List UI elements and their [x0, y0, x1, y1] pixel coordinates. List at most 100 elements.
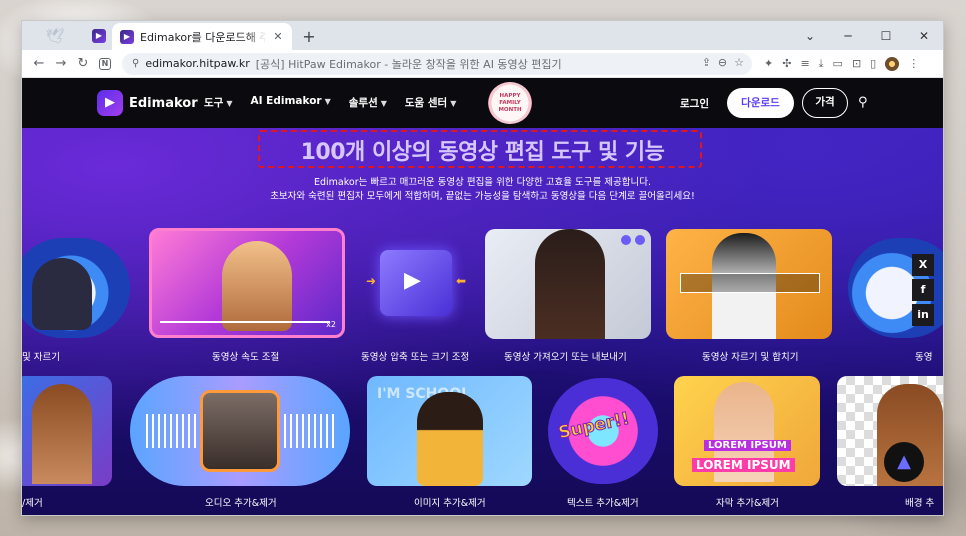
browser-window: 🕊 ▶ ▶ Edimakor를 다운로드해 주셔서 ✕ + ⌄ ─ ☐ ✕ ← … — [21, 20, 944, 516]
label-audio: 오디오 추가&제거 — [205, 498, 277, 509]
pricing-button[interactable]: 가격 — [802, 88, 848, 118]
menu-help[interactable]: 도움 센터 ▼ — [405, 95, 456, 110]
sunglasses-woman — [417, 392, 483, 486]
card-text[interactable]: Super!! — [548, 378, 658, 484]
bookmark-icon[interactable]: ☆ — [734, 56, 744, 69]
arrow-left-icon: ⬅ — [455, 274, 466, 288]
x-share-icon[interactable]: X — [912, 254, 934, 276]
login-link[interactable]: 로그인 — [680, 96, 709, 111]
maximize-button[interactable]: ☐ — [867, 29, 905, 43]
url-page-title: [공식] HitPaw Edimakor - 놀라운 창작을 위한 AI 동영상… — [255, 57, 562, 71]
browser-toolbar: ← → ↻ N ⚲ edimakor.hitpaw.kr [공식] HitPaw… — [22, 50, 943, 78]
menu-solutions[interactable]: 솔루션 ▼ — [349, 95, 387, 110]
reading-list-icon[interactable]: ≡ — [800, 57, 809, 70]
card-image[interactable]: I'M SCHOOL — [367, 376, 532, 486]
facebook-share-icon[interactable]: f — [912, 279, 934, 301]
label-row2-first: /제거 — [22, 498, 43, 509]
skater-figure — [222, 241, 292, 331]
headphones-portrait — [200, 390, 280, 472]
logo-text: Edimakor — [129, 95, 198, 111]
card-split-merge[interactable] — [666, 229, 832, 339]
notion-extension-icon[interactable]: N — [99, 57, 111, 70]
label-crop: 및 자르기 — [22, 352, 60, 363]
main-menu: 도구 ▼ AI Edimakor ▼ 솔루션 ▼ 도움 센터 ▼ — [204, 95, 456, 110]
edimakor-logo-icon: ▶ — [97, 90, 123, 116]
headline-highlight — [258, 130, 702, 168]
family-month-badge[interactable]: HAPPY FAMILY MONTH — [488, 82, 532, 124]
label-split-merge: 동영상 자르기 및 합치기 — [702, 352, 799, 363]
menu-ai[interactable]: AI Edimakor ▼ — [250, 95, 330, 110]
download-icon[interactable]: ⤓ — [819, 57, 824, 71]
site-navbar: ▶ Edimakor 도구 ▼ AI Edimakor ▼ 솔루션 ▼ 도움 센터 ▼ … — [22, 78, 943, 128]
label-import-export: 동영상 가져오기 또는 내보내기 — [504, 352, 627, 363]
extension-icon[interactable]: ✦ — [764, 57, 773, 70]
window-controls: ⌄ ─ ☐ ✕ — [791, 21, 943, 50]
pinned-tab[interactable]: ▶ — [88, 25, 110, 47]
lorem-caption-1: LOREM IPSUM — [704, 440, 791, 451]
speed-badge: x2 — [326, 320, 336, 329]
menu-kebab-icon[interactable]: ⋮ — [908, 57, 919, 70]
screenshot-icon[interactable]: ⊡ — [852, 57, 861, 70]
puzzle-icon[interactable]: ✣ — [782, 57, 791, 70]
card-subtitle[interactable]: LOREM IPSUM LOREM IPSUM — [674, 376, 820, 486]
share-icon[interactable]: ⇪ — [702, 56, 711, 69]
menu-tools[interactable]: 도구 ▼ — [204, 95, 232, 110]
play-icon: ▶ — [404, 268, 421, 293]
person-silhouette — [32, 258, 92, 330]
web-page: ▶ Edimakor 도구 ▼ AI Edimakor ▼ 솔루션 ▼ 도움 센터 ▼ … — [22, 78, 943, 515]
tab-title: Edimakor를 다운로드해 주셔서 — [140, 30, 266, 44]
label-speed: 동영상 속도 조절 — [212, 352, 280, 363]
chevron-down-icon: ▼ — [380, 99, 387, 108]
tab-close-icon[interactable]: ✕ — [272, 30, 284, 43]
waveform-left — [146, 414, 196, 448]
back-icon[interactable]: ← — [28, 56, 50, 71]
forward-icon[interactable]: → — [50, 56, 72, 71]
twitter-bird-icon: 🕊 — [45, 26, 65, 45]
address-bar[interactable]: ⚲ edimakor.hitpaw.kr [공식] HitPaw Edimako… — [122, 52, 752, 75]
card-compress[interactable]: ▶ ➜ ⬅ — [366, 236, 466, 332]
import-dot-icon — [621, 235, 631, 245]
curly-hair-figure — [32, 384, 92, 484]
tab-edimakor[interactable]: ▶ Edimakor를 다운로드해 주셔서 ✕ — [112, 23, 292, 50]
hero-subtitle-1: Edimakor는 빠르고 매끄러운 동영상 편집을 위한 다양한 고효율 도구… — [313, 177, 652, 188]
menu-label: AI Edimakor — [250, 95, 322, 107]
minimize-button[interactable]: ─ — [829, 29, 867, 43]
video-icon[interactable]: ▭ — [833, 57, 843, 70]
zoom-icon[interactable]: ⊖ — [718, 56, 727, 69]
card-row2-first[interactable] — [22, 376, 112, 486]
omnibox-actions: ⇪ ⊖ ☆ — [702, 56, 744, 69]
card-speed[interactable]: x2 — [149, 228, 345, 338]
site-logo[interactable]: ▶ Edimakor — [97, 90, 198, 116]
reload-icon[interactable]: ↻ — [72, 56, 94, 71]
card-audio[interactable] — [130, 376, 350, 486]
url-text: edimakor.hitpaw.kr — [145, 57, 250, 70]
new-tab-button[interactable]: + — [300, 27, 318, 46]
download-button[interactable]: 다운로드 — [727, 88, 794, 118]
label-next: 동영 — [915, 352, 933, 363]
sidepanel-icon[interactable]: ▯ — [870, 57, 876, 70]
clip-strip — [680, 273, 820, 293]
label-image: 이미지 추가&제거 — [414, 498, 486, 509]
linkedin-share-icon[interactable]: in — [912, 304, 934, 326]
tab-strip: 🕊 ▶ ▶ Edimakor를 다운로드해 주셔서 ✕ + ⌄ ─ ☐ ✕ — [22, 21, 943, 50]
menu-label: 도움 센터 — [404, 97, 448, 109]
card-crop-rotate[interactable] — [22, 238, 130, 338]
speed-track — [160, 321, 330, 323]
site-info-icon[interactable]: ⚲ — [132, 58, 139, 69]
menu-label: 도구 — [204, 97, 224, 109]
tab-list-button[interactable]: ⌄ — [791, 29, 829, 43]
close-button[interactable]: ✕ — [905, 29, 943, 43]
app-launcher-icon[interactable]: ▲ — [884, 442, 924, 482]
chevron-down-icon: ▼ — [324, 97, 331, 106]
search-icon[interactable]: ⚲ — [858, 95, 868, 110]
label-text: 텍스트 추가&제거 — [567, 498, 639, 509]
edimakor-favicon: ▶ — [92, 29, 106, 43]
arrow-right-icon: ➜ — [366, 274, 377, 288]
edimakor-favicon: ▶ — [120, 29, 134, 44]
card-import-export[interactable] — [485, 229, 651, 339]
chevron-down-icon: ▼ — [450, 99, 457, 108]
profile-avatar[interactable] — [885, 56, 900, 71]
label-background: 배경 추 — [905, 498, 935, 509]
hero-section: 100개 이상의 동영상 편집 도구 및 기능 Edimakor는 빠르고 매끄… — [22, 128, 943, 515]
waveform-right — [284, 414, 334, 448]
